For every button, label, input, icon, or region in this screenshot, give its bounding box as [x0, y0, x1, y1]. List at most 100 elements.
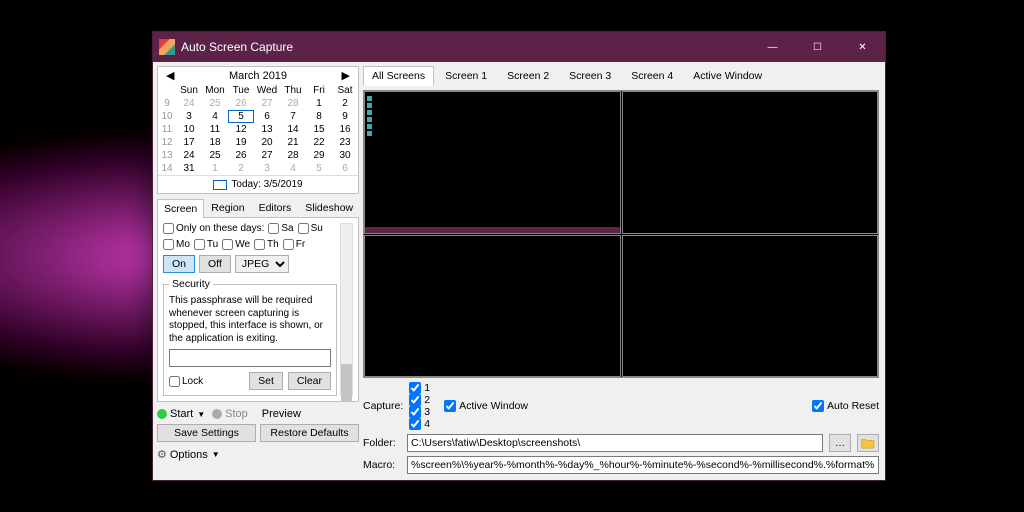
screen-tab-screen-1[interactable]: Screen 1	[436, 66, 496, 86]
calendar-day[interactable]: 1	[202, 162, 228, 175]
capture-active-window[interactable]: Active Window	[444, 400, 528, 412]
calendar-day[interactable]: 31	[176, 162, 202, 175]
day-sa[interactable]: Sa	[268, 223, 293, 234]
calendar-day[interactable]: 28	[280, 149, 306, 162]
calendar-day[interactable]: 2	[228, 162, 254, 175]
calendar-day[interactable]: 28	[280, 97, 306, 110]
calendar-day[interactable]: 13	[254, 123, 280, 136]
stop-button[interactable]: Stop	[225, 408, 248, 420]
options-dropdown-icon[interactable]: ▼	[212, 450, 220, 459]
day-we[interactable]: We	[222, 239, 250, 250]
calendar-day[interactable]: 4	[202, 110, 228, 123]
calendar-day[interactable]: 27	[254, 149, 280, 162]
open-folder-button[interactable]	[857, 434, 879, 452]
day-tu[interactable]: Tu	[194, 239, 218, 250]
calendar-day[interactable]: 16	[332, 123, 358, 136]
format-select[interactable]: JPEG	[235, 255, 289, 273]
calendar-day[interactable]: 3	[176, 110, 202, 123]
tab-editors[interactable]: Editors	[252, 198, 299, 217]
calendar-day[interactable]: 2	[332, 97, 358, 110]
calendar-day[interactable]: 6	[254, 110, 280, 123]
calendar-day[interactable]: 4	[280, 162, 306, 175]
calendar-day[interactable]: 17	[176, 136, 202, 149]
calendar-day[interactable]: 25	[202, 149, 228, 162]
restore-defaults-button[interactable]: Restore Defaults	[260, 424, 359, 442]
calendar-day[interactable]: 14	[280, 123, 306, 136]
start-button[interactable]: Start	[170, 408, 193, 420]
only-days-checkbox[interactable]: Only on these days:	[163, 223, 264, 234]
calendar-day[interactable]: 5	[306, 162, 332, 175]
calendar-day[interactable]: 29	[306, 149, 332, 162]
preview-screen-3[interactable]	[364, 235, 621, 378]
calendar-dow: Sun	[176, 84, 202, 97]
calendar-day[interactable]: 20	[254, 136, 280, 149]
preview-screen-2[interactable]	[622, 91, 879, 234]
left-scrollbar[interactable]	[340, 223, 353, 396]
calendar-day[interactable]: 15	[306, 123, 332, 136]
on-button[interactable]: On	[163, 255, 195, 273]
calendar-day[interactable]: 18	[202, 136, 228, 149]
options-button[interactable]: Options	[170, 449, 208, 461]
calendar-day[interactable]: 24	[176, 97, 202, 110]
browse-button[interactable]: …	[829, 434, 851, 452]
screen-tab-screen-3[interactable]: Screen 3	[560, 66, 620, 86]
screen-tab-screen-2[interactable]: Screen 2	[498, 66, 558, 86]
maximize-button[interactable]: ☐	[795, 32, 840, 62]
calendar-day[interactable]: 5	[228, 110, 254, 123]
day-su[interactable]: Su	[298, 223, 323, 234]
tab-screen[interactable]: Screen	[157, 199, 204, 218]
calendar-day[interactable]: 22	[306, 136, 332, 149]
calendar-day[interactable]: 24	[176, 149, 202, 162]
tab-region[interactable]: Region	[204, 198, 251, 217]
set-button[interactable]: Set	[249, 372, 283, 390]
preview-screen-4[interactable]	[622, 235, 879, 378]
calendar-day[interactable]: 12	[228, 123, 254, 136]
calendar-day[interactable]: 26	[228, 149, 254, 162]
macro-input[interactable]	[407, 456, 879, 474]
screen-tab-screen-4[interactable]: Screen 4	[622, 66, 682, 86]
calendar-day[interactable]: 21	[280, 136, 306, 149]
start-dropdown-icon[interactable]: ▼	[197, 410, 205, 419]
calendar-day[interactable]: 27	[254, 97, 280, 110]
calendar-dow: Tue	[228, 84, 254, 97]
titlebar[interactable]: Auto Screen Capture — ☐ ✕	[153, 32, 885, 62]
screen-tab-all-screens[interactable]: All Screens	[363, 66, 434, 86]
calendar-today-row[interactable]: Today: 3/5/2019	[158, 175, 358, 193]
day-mo[interactable]: Mo	[163, 239, 190, 250]
close-button[interactable]: ✕	[840, 32, 885, 62]
clear-button[interactable]: Clear	[288, 372, 331, 390]
off-button[interactable]: Off	[199, 255, 231, 273]
auto-reset-checkbox[interactable]: Auto Reset	[812, 400, 879, 412]
tab-slideshow[interactable]: Slideshow	[298, 198, 360, 217]
app-window: Auto Screen Capture — ☐ ✕ ◀ March 2019 ▶…	[152, 31, 886, 481]
calendar-day[interactable]: 23	[332, 136, 358, 149]
minimize-button[interactable]: —	[750, 32, 795, 62]
calendar-day[interactable]: 8	[306, 110, 332, 123]
day-th[interactable]: Th	[254, 239, 279, 250]
calendar-day[interactable]: 3	[254, 162, 280, 175]
calendar-day[interactable]: 9	[332, 110, 358, 123]
capture-screen-4[interactable]: 4	[409, 418, 430, 430]
calendar-next-icon[interactable]: ▶	[338, 69, 354, 82]
calendar-day[interactable]: 26	[228, 97, 254, 110]
calendar-day[interactable]: 19	[228, 136, 254, 149]
preview-button[interactable]: Preview	[262, 408, 301, 420]
calendar-day[interactable]: 7	[280, 110, 306, 123]
capture-screen-3[interactable]: 3	[409, 406, 430, 418]
save-settings-button[interactable]: Save Settings	[157, 424, 256, 442]
capture-screen-2[interactable]: 2	[409, 394, 430, 406]
screen-tab-active-window[interactable]: Active Window	[684, 66, 771, 86]
calendar-prev-icon[interactable]: ◀	[162, 69, 178, 82]
lock-checkbox[interactable]: Lock	[169, 376, 203, 387]
capture-screen-1[interactable]: 1	[409, 382, 430, 394]
folder-input[interactable]	[407, 434, 823, 452]
calendar-day[interactable]: 25	[202, 97, 228, 110]
calendar-day[interactable]: 6	[332, 162, 358, 175]
preview-screen-1[interactable]	[364, 91, 621, 234]
passphrase-input[interactable]	[169, 349, 331, 367]
calendar-day[interactable]: 1	[306, 97, 332, 110]
calendar-day[interactable]: 10	[176, 123, 202, 136]
calendar-day[interactable]: 11	[202, 123, 228, 136]
calendar-day[interactable]: 30	[332, 149, 358, 162]
day-fr[interactable]: Fr	[283, 239, 305, 250]
